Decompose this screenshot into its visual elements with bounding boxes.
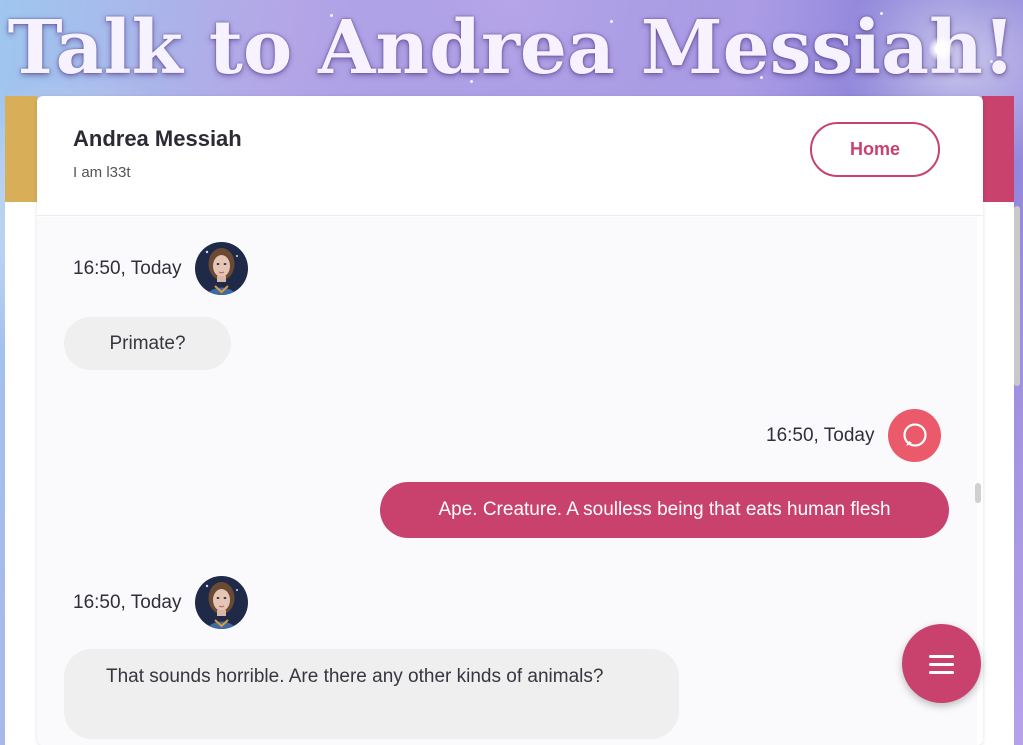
incoming-message: Primate? (64, 317, 231, 370)
contact-status: I am l33t (73, 164, 131, 181)
message-meta: 16:50, Today (73, 242, 249, 295)
gold-accent-band (5, 96, 37, 202)
pink-accent-band (982, 96, 1014, 202)
user-avatar (888, 409, 942, 462)
message-scrollbar[interactable] (975, 483, 981, 503)
message-time: 16:50, Today (73, 257, 182, 279)
incoming-message: That sounds horrible. Are there any othe… (64, 649, 679, 739)
message-time: 16:50, Today (73, 591, 182, 613)
message-time: 16:50, Today (766, 424, 875, 446)
chat-card: Andrea Messiah I am l33t Home 16:50, Tod… (37, 96, 983, 745)
bot-avatar (195, 242, 249, 295)
contact-name: Andrea Messiah (73, 126, 242, 151)
message-meta: 16:50, Today (73, 576, 249, 629)
menu-button[interactable] (902, 624, 981, 703)
sparkle-icon (928, 36, 954, 62)
bot-avatar (195, 576, 249, 629)
message-meta: 16:50, Today (766, 409, 942, 462)
page-scrollbar[interactable] (1014, 206, 1020, 386)
outgoing-message: Ape. Creature. A soulless being that eat… (380, 482, 949, 538)
banner-title: Talk to Andrea Messiah! (7, 5, 1016, 91)
chat-header: Andrea Messiah I am l33t Home (37, 96, 983, 216)
message-list[interactable]: 16:50, Today Primate? 16:50, Today Ape. … (37, 217, 977, 745)
chat-bubble-icon (903, 422, 927, 447)
home-button[interactable]: Home (810, 122, 940, 177)
